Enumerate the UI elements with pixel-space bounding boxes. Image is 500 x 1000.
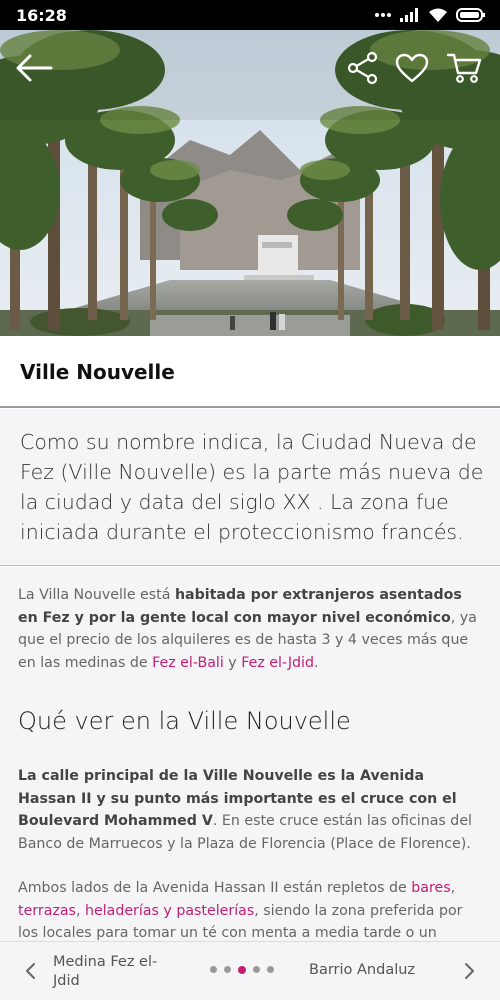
text-span: y xyxy=(223,654,242,671)
chevron-right-icon xyxy=(465,963,474,979)
status-time: 16:28 xyxy=(16,6,67,25)
page-indicator xyxy=(210,965,274,974)
link-terrazas[interactable]: terrazas xyxy=(18,903,76,919)
text-span: Ambos lados de la Avenida Hassan II está… xyxy=(18,880,412,896)
chevron-left-icon xyxy=(26,963,35,979)
bottom-navigation: Medina Fez el-Jdid Barrio Andaluz xyxy=(0,941,500,1000)
text-span: , xyxy=(450,880,456,896)
status-bar: 16:28 xyxy=(0,0,500,30)
page-dot-active xyxy=(238,965,246,974)
back-arrow-icon xyxy=(16,54,53,82)
link-heladerias-pastelerias[interactable]: heladerías y pastelerías xyxy=(85,903,254,919)
paragraph-avenue: Ambos lados de la Avenida Hassan II está… xyxy=(18,877,484,941)
back-button[interactable] xyxy=(14,48,54,88)
status-icons xyxy=(374,6,486,24)
favorite-button[interactable] xyxy=(392,48,432,88)
more-dots-icon xyxy=(375,13,391,17)
link-bares[interactable]: bares xyxy=(411,880,450,896)
previous-button[interactable] xyxy=(20,960,42,982)
page-title: Ville Nouvelle xyxy=(20,360,175,384)
cart-icon xyxy=(446,53,482,83)
next-label[interactable]: Barrio Andaluz xyxy=(309,962,415,978)
intro-text: Como su nombre indica, la Ciudad Nueva d… xyxy=(20,430,484,544)
text-span: , xyxy=(75,902,85,919)
text-span: . xyxy=(314,654,319,671)
share-icon xyxy=(347,51,378,85)
battery-icon xyxy=(456,8,485,22)
previous-label[interactable]: Medina Fez el-Jdid xyxy=(53,953,163,991)
title-section: Ville Nouvelle xyxy=(0,336,500,408)
link-fez-el-jdid[interactable]: Fez el-Jdid xyxy=(241,655,314,671)
article-body: La Villa Nouvelle está habitada por extr… xyxy=(0,567,500,941)
cart-button[interactable] xyxy=(444,48,484,88)
paragraph-residents: La Villa Nouvelle está habitada por extr… xyxy=(18,584,484,674)
intro-section: Como su nombre indica, la Ciudad Nueva d… xyxy=(0,409,500,566)
signal-icon xyxy=(400,8,418,22)
page-dot xyxy=(210,966,217,973)
hero-image xyxy=(0,30,500,336)
page-dot xyxy=(253,966,260,973)
wifi-icon xyxy=(429,8,447,22)
section-heading: Qué ver en la Ville Nouvelle xyxy=(18,707,351,735)
next-button[interactable] xyxy=(458,960,480,982)
text-span: La Villa Nouvelle está xyxy=(18,587,175,603)
heart-icon xyxy=(395,53,429,83)
page-dot xyxy=(267,966,274,973)
page-dot xyxy=(224,966,231,973)
share-button[interactable] xyxy=(343,48,383,88)
link-fez-el-bali[interactable]: Fez el-Bali xyxy=(152,655,224,671)
paragraph-main-street: La calle principal de la Ville Nouvelle … xyxy=(18,765,484,855)
